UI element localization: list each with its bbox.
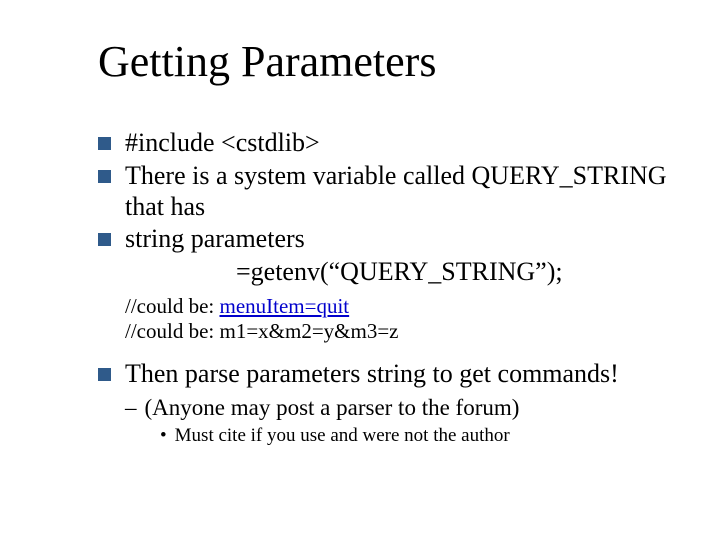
comment-block: //could be: menuItem=quit //could be: m1… <box>125 294 672 345</box>
bullet-square-icon <box>98 170 111 183</box>
comment-prefix: //could be: <box>125 294 219 318</box>
dot-icon: • <box>160 425 167 447</box>
bullet-item: There is a system variable called QUERY_… <box>98 161 672 222</box>
comment-line: //could be: menuItem=quit <box>125 294 672 320</box>
bullet-text: #include <cstdlib> <box>125 128 672 159</box>
slide-body: #include <cstdlib> There is a system var… <box>98 128 672 447</box>
slide-title: Getting Parameters <box>98 38 672 86</box>
bullet-item: string parameters <box>98 224 672 255</box>
bullet-text: There is a system variable called QUERY_… <box>125 161 672 222</box>
bullet-square-icon <box>98 368 111 381</box>
bullet-text: string parameters <box>125 224 672 255</box>
bullet-square-icon <box>98 137 111 150</box>
slide: Getting Parameters #include <cstdlib> Th… <box>0 0 720 540</box>
sub-bullet-dash: – (Anyone may post a parser to the forum… <box>125 394 672 421</box>
comment-link[interactable]: menuItem=quit <box>219 294 349 318</box>
comment-line: //could be: m1=x&m2=y&m3=z <box>125 319 672 345</box>
sub-bullet-text: Must cite if you use and were not the au… <box>175 425 510 447</box>
sub-bullet-dot: • Must cite if you use and were not the … <box>160 425 672 447</box>
sub-bullet-text: (Anyone may post a parser to the forum) <box>145 394 520 421</box>
code-line: =getenv(“QUERY_STRING”); <box>236 257 672 288</box>
bullet-square-icon <box>98 233 111 246</box>
bullet-item: #include <cstdlib> <box>98 128 672 159</box>
bullet-text: Then parse parameters string to get comm… <box>125 359 672 390</box>
dash-icon: – <box>125 394 137 421</box>
bullet-item: Then parse parameters string to get comm… <box>98 359 672 390</box>
